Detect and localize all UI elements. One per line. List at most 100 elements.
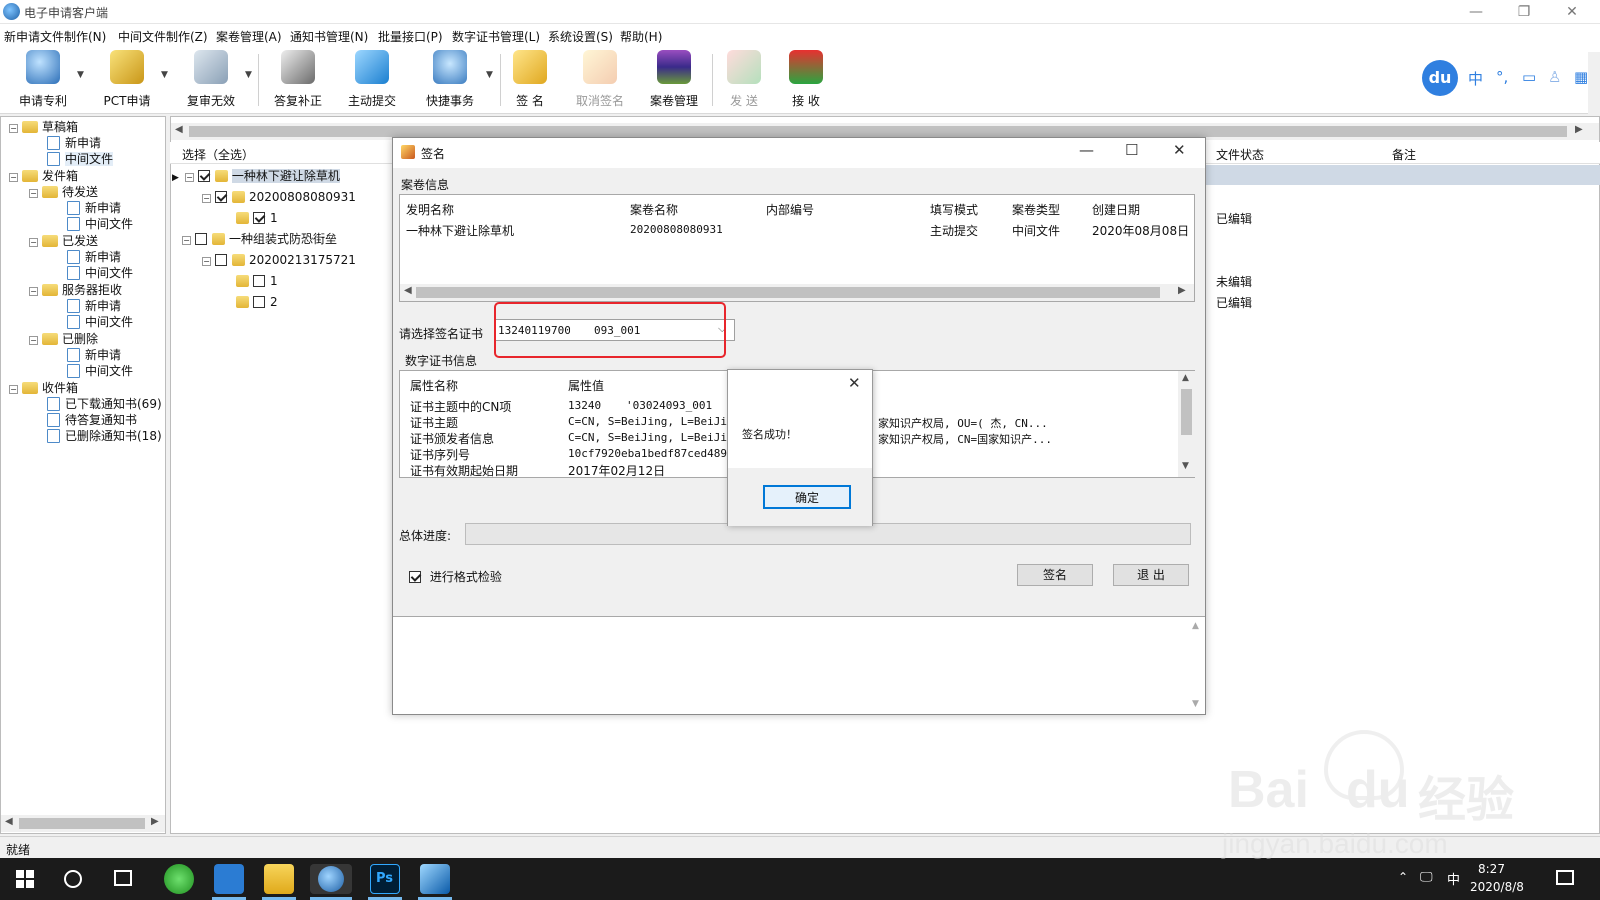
network-icon[interactable]: 🖵 — [1420, 870, 1433, 885]
dialog-minimize-button[interactable]: — — [1079, 141, 1094, 159]
tree-drafts[interactable]: − 草稿箱 — [9, 119, 78, 135]
cancel-sign-button[interactable]: 取消签名 — [570, 50, 630, 110]
ime-punctuation-toggle[interactable]: °, — [1496, 68, 1508, 86]
case-row[interactable]: ▶ − 一种林下避让除草机 — [172, 168, 340, 184]
minimize-button[interactable]: — — [1456, 2, 1496, 22]
tree-inbox[interactable]: − 收件箱 — [9, 380, 78, 396]
case-row[interactable]: 1 — [236, 210, 278, 226]
chevron-up-icon[interactable]: ⌃ — [1398, 870, 1408, 884]
tree-downloaded-notices[interactable]: 已下载通知书(69) — [47, 396, 162, 412]
cert-list-vertical-scrollbar[interactable]: ▲ ▼ — [1178, 371, 1195, 477]
tree-sent[interactable]: − 已发送 — [29, 233, 98, 249]
pct-apply-button[interactable]: PCT申请 — [98, 50, 156, 110]
dialog-maximize-button[interactable]: ☐ — [1125, 141, 1138, 159]
tree-to-reply-notices[interactable]: 待答复通知书 — [47, 412, 137, 428]
chevron-down-icon[interactable]: ▼ — [486, 70, 493, 80]
menu-new-application[interactable]: 新申请文件制作(N) — [4, 28, 106, 45]
case-row[interactable]: − 一种组装式防恐街垒 — [182, 231, 337, 247]
menu-system-settings[interactable]: 系统设置(S) — [548, 28, 613, 45]
menu-batch-interface[interactable]: 批量接口(P) — [378, 28, 443, 45]
send-button[interactable]: 发 送 — [722, 50, 766, 110]
tree-rejected[interactable]: − 服务器拒收 — [29, 282, 122, 298]
case-checkbox[interactable] — [195, 233, 207, 245]
exit-button[interactable]: 退 出 — [1113, 564, 1189, 586]
windows-start-icon[interactable] — [16, 870, 34, 888]
select-all-header[interactable]: 选择（全选） — [182, 146, 254, 163]
tree-pending-new[interactable]: 新申请 — [67, 200, 121, 216]
case-info-list[interactable]: 发明名称 案卷名称 内部编号 填写模式 案卷类型 创建日期 一种林下避让除草机 … — [399, 194, 1195, 302]
active-submit-button[interactable]: 主动提交 — [342, 50, 402, 110]
folder-icon — [236, 275, 249, 287]
case-checkbox[interactable] — [215, 191, 227, 203]
tree-horizontal-scrollbar[interactable]: ◀ ▶ — [1, 815, 165, 832]
tree-sent-mid[interactable]: 中间文件 — [67, 265, 133, 281]
tree-sent-new[interactable]: 新申请 — [67, 249, 121, 265]
menu-case-management[interactable]: 案卷管理(A) — [216, 28, 282, 45]
tree-rejected-mid[interactable]: 中间文件 — [67, 314, 133, 330]
case-list-scrollbar[interactable]: ◀ ▶ — [400, 284, 1194, 301]
menu-notice-management[interactable]: 通知书管理(N) — [290, 28, 368, 45]
receive-button[interactable]: 接 收 — [784, 50, 828, 110]
case-row[interactable]: 2 — [236, 294, 278, 310]
attr-value-cell: 家知识产权局, CN=国家知识产... — [878, 433, 1052, 446]
tree-deleted-mid[interactable]: 中间文件 — [67, 363, 133, 379]
ime-language-toggle[interactable]: 中 — [1468, 68, 1483, 89]
toolbar-scrollbar[interactable] — [1588, 52, 1600, 114]
case-checkbox[interactable] — [253, 212, 265, 224]
message-close-button[interactable]: ✕ — [848, 374, 861, 392]
chevron-down-icon[interactable]: ▼ — [161, 70, 168, 80]
ime-indicator[interactable]: 中 — [1447, 869, 1460, 888]
tree-deleted[interactable]: − 已删除 — [29, 331, 98, 347]
format-check-checkbox[interactable] — [409, 571, 421, 583]
case-checkbox[interactable] — [253, 275, 265, 287]
notification-icon[interactable] — [1556, 870, 1574, 885]
sign-toolbar-button[interactable]: 签 名 — [508, 50, 552, 110]
tree-pending-mid[interactable]: 中间文件 — [67, 216, 133, 232]
case-row[interactable]: 1 — [236, 273, 278, 289]
case-row[interactable]: −20200808080931 — [202, 189, 356, 205]
clock-date[interactable]: 2020/8/8 — [1470, 880, 1524, 894]
case-checkbox[interactable] — [215, 254, 227, 266]
tree-deleted-notices[interactable]: 已删除通知书(18) — [47, 428, 162, 444]
menu-certificate-management[interactable]: 数字证书管理(L) — [452, 28, 540, 45]
log-vertical-scrollbar[interactable]: ▲ ▼ — [1188, 617, 1205, 713]
case-management-button[interactable]: 案卷管理 — [644, 50, 704, 110]
photoshop-icon[interactable]: Ps — [370, 864, 400, 894]
e-application-client-icon[interactable] — [310, 864, 352, 894]
dialog-close-button[interactable]: ✕ — [1173, 141, 1186, 159]
apply-patent-button[interactable]: 申请专利 — [14, 50, 72, 110]
case-row[interactable]: −20200213175721 — [202, 252, 356, 268]
search-icon[interactable] — [64, 870, 82, 888]
tree-rejected-new[interactable]: 新申请 — [67, 298, 121, 314]
file-explorer-icon[interactable] — [264, 864, 294, 894]
ime-user-icon[interactable]: ♙ — [1548, 68, 1561, 86]
photos-icon[interactable] — [420, 864, 450, 894]
tree-outbox[interactable]: − 发件箱 — [9, 168, 78, 184]
restore-button[interactable]: ❐ — [1504, 2, 1544, 22]
review-invalid-button[interactable]: 复审无效 — [182, 50, 240, 110]
case-checkbox[interactable] — [253, 296, 265, 308]
sign-button[interactable]: 签名 — [1017, 564, 1093, 586]
tree-drafts-mid[interactable]: 中间文件 — [47, 151, 114, 167]
ok-button[interactable]: 确定 — [763, 485, 851, 509]
tree-drafts-new[interactable]: 新申请 — [47, 135, 101, 151]
tree-pending[interactable]: − 待发送 — [29, 184, 98, 200]
ime-menu-icon[interactable]: ▦ — [1574, 68, 1588, 86]
chevron-down-icon[interactable]: ▼ — [245, 70, 252, 80]
task-view-icon[interactable] — [114, 870, 132, 886]
case-checkbox[interactable] — [197, 170, 210, 182]
browser-icon[interactable] — [164, 864, 194, 894]
log-output-area[interactable]: ▲ ▼ — [393, 616, 1205, 714]
quick-affairs-button[interactable]: 快捷事务 — [420, 50, 480, 110]
chevron-down-icon[interactable]: ▼ — [77, 70, 84, 80]
menu-mid-file[interactable]: 中间文件制作(Z) — [118, 28, 208, 45]
reply-correction-button[interactable]: 答复补正 — [268, 50, 328, 110]
ime-keyboard-icon[interactable]: ▭ — [1522, 68, 1536, 86]
menu-help[interactable]: 帮助(H) — [620, 28, 662, 45]
format-check-option[interactable]: 进行格式检验 — [409, 568, 502, 585]
baidu-ime-logo[interactable]: du — [1422, 60, 1458, 96]
wps-icon[interactable] — [214, 864, 244, 894]
toolbar-separator — [258, 54, 259, 106]
tree-deleted-new[interactable]: 新申请 — [67, 347, 121, 363]
close-button[interactable]: ✕ — [1552, 2, 1592, 22]
